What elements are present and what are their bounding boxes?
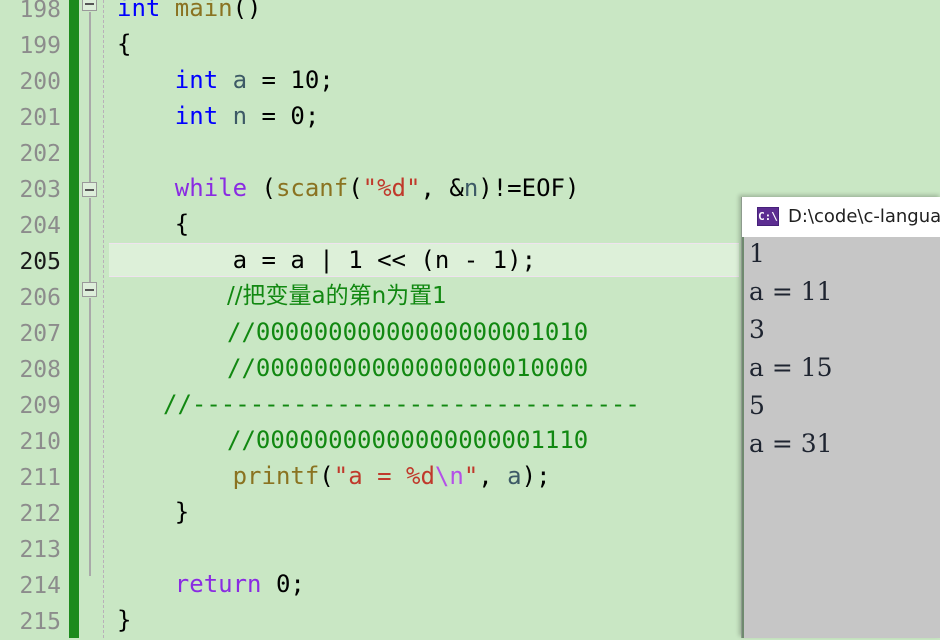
line-number: 208 <box>19 357 61 383</box>
console-output-line: 5 <box>749 391 765 420</box>
line-number: 203 <box>19 177 61 203</box>
line-number: 209 <box>19 393 61 419</box>
console-title-bar[interactable]: C:\ D:\code\c-languag <box>742 197 940 238</box>
line-number: 214 <box>19 573 61 599</box>
console-output-line: 3 <box>749 315 765 344</box>
line-number: 210 <box>19 429 61 455</box>
line-number: 198 <box>19 0 61 23</box>
code-line-205: a = a | 1 << (n - 1); <box>117 246 537 274</box>
line-number-active: 205 <box>19 249 61 275</box>
code-line-210: //00000000000000000001110 <box>227 426 589 454</box>
code-line-209: //------------------------------- <box>163 390 640 418</box>
line-number: 202 <box>19 141 61 167</box>
line-number: 206 <box>19 285 61 311</box>
code-line-208: //00000000000000000010000 <box>227 354 589 382</box>
code-line-199: { <box>117 30 132 58</box>
fold-toggle-icon[interactable] <box>82 0 97 11</box>
code-line-207: //00000000000000000001010 <box>227 318 589 346</box>
code-line-201: int n = 0; <box>117 102 320 130</box>
code-line-214: return 0; <box>117 570 305 598</box>
console-output-line: a = 31 <box>749 429 833 458</box>
line-number: 200 <box>19 69 61 95</box>
code-folding-column[interactable] <box>79 0 101 638</box>
modified-lines-indicator <box>69 0 79 638</box>
line-number: 213 <box>19 537 61 563</box>
fold-toggle-icon[interactable] <box>82 182 97 197</box>
console-app-icon: C:\ <box>757 207 779 226</box>
console-window-title: D:\code\c-languag <box>788 206 940 227</box>
fold-toggle-icon[interactable] <box>82 282 97 297</box>
console-window[interactable]: C:\ D:\code\c-languag 1 a = 11 3 a = 15 … <box>741 197 940 638</box>
line-number: 211 <box>19 465 61 491</box>
code-line-204: { <box>117 210 190 238</box>
line-number-gutter: 198 199 200 201 202 203 204 205 206 207 … <box>0 0 69 638</box>
code-line-206: //把变量a的第n为置1 <box>227 283 447 309</box>
line-number: 204 <box>19 213 61 239</box>
console-output-line: a = 11 <box>749 277 833 306</box>
line-number: 212 <box>19 501 61 527</box>
line-number: 201 <box>19 105 61 131</box>
line-number: 207 <box>19 321 61 347</box>
code-line-215: } <box>117 606 132 634</box>
line-number: 199 <box>19 33 61 59</box>
code-line-200: int a = 10; <box>117 66 334 94</box>
line-number: 215 <box>19 609 61 635</box>
console-output-area[interactable]: 1 a = 11 3 a = 15 5 a = 31 <box>742 237 940 638</box>
indent-guide <box>103 0 104 638</box>
code-line-211: printf("a = %d\n", a); <box>117 462 551 490</box>
console-output-line: 1 <box>749 239 765 268</box>
code-line-198: int main() <box>117 0 262 22</box>
code-line-212: } <box>117 498 190 526</box>
console-output-line: a = 15 <box>749 353 833 382</box>
code-line-203: while (scanf("%d", &n)!=EOF) <box>117 174 580 202</box>
